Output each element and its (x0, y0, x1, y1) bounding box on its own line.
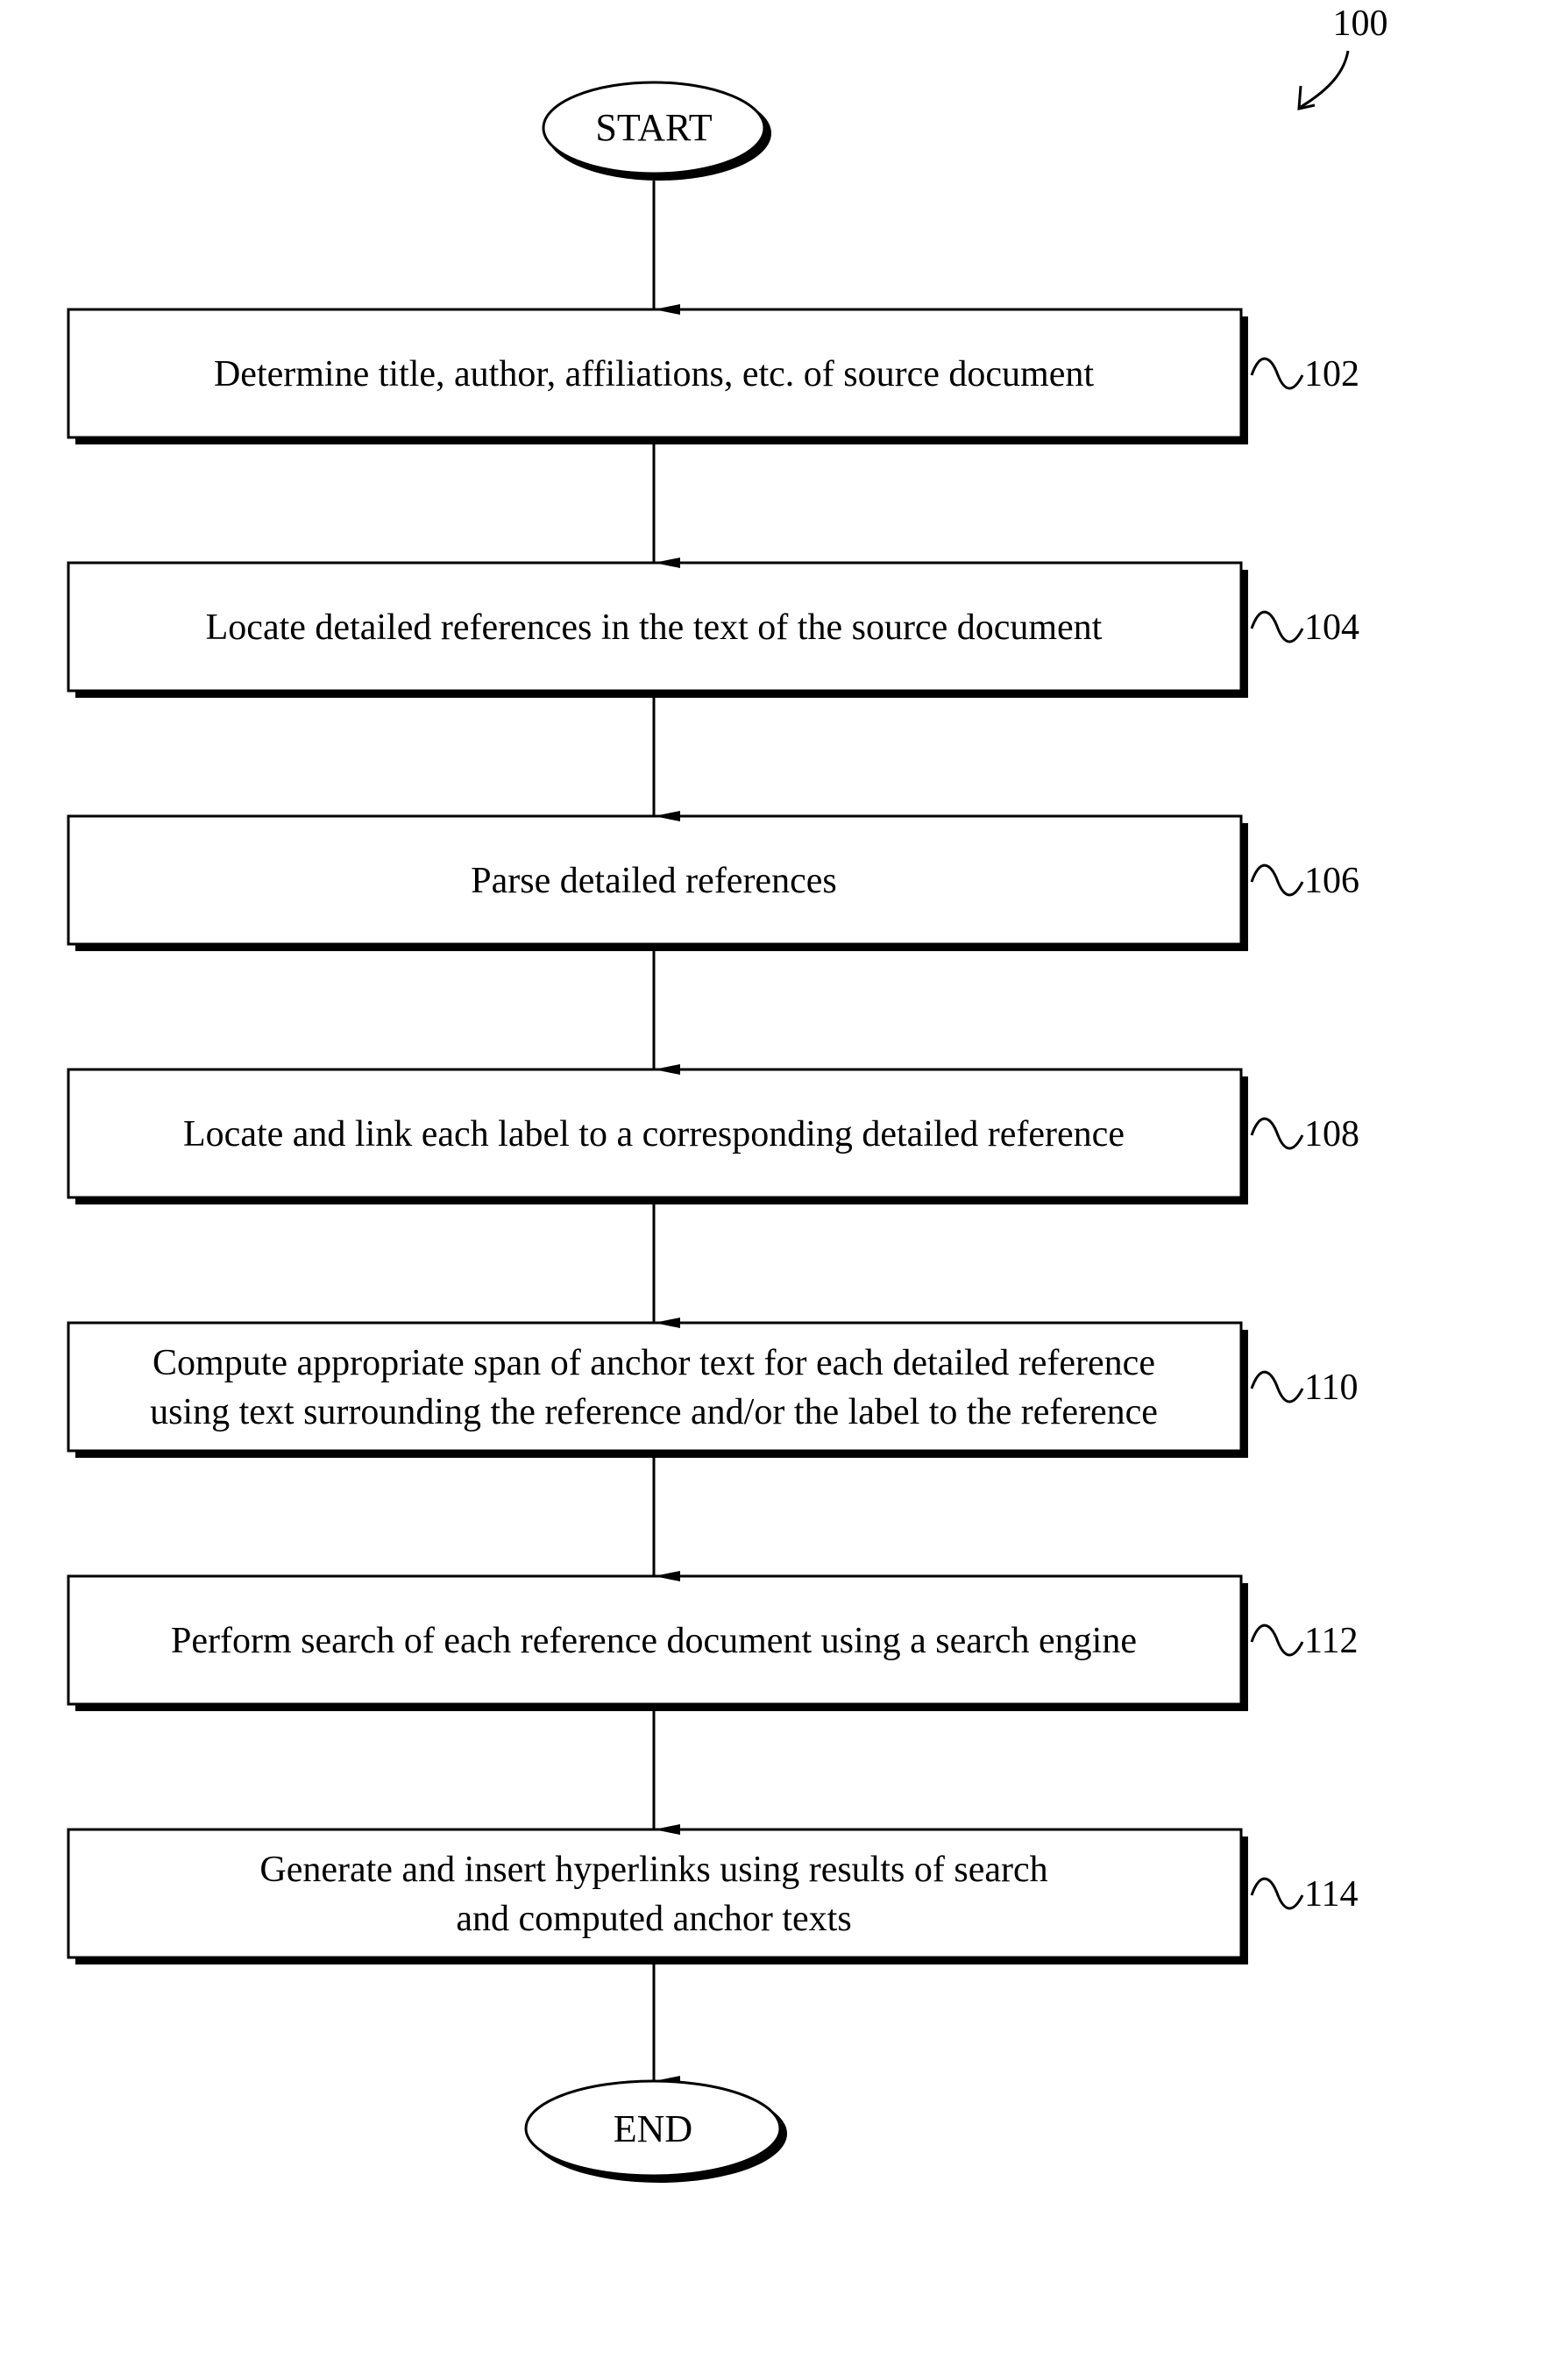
figure-reference-number: 100 (1333, 4, 1388, 44)
process-step-text: using text surrounding the reference and… (150, 1392, 1158, 1432)
process-step-112: Perform search of each reference documen… (67, 1574, 1358, 1711)
process-step-108: Locate and link each label to a correspo… (67, 1068, 1359, 1204)
reference-leader-icon (1250, 1370, 1304, 1403)
process-step-text: Perform search of each reference documen… (171, 1621, 1137, 1661)
reference-number: 110 (1304, 1368, 1358, 1408)
end-terminator: END (524, 2079, 787, 2183)
process-step-114: Generate and insert hyperlinks using res… (67, 1828, 1358, 1964)
reference-leader-icon (1250, 863, 1304, 897)
reference-leader-icon (1250, 1623, 1304, 1657)
figure-reference-arrow-icon (1300, 50, 1350, 109)
reference-number: 102 (1304, 354, 1359, 394)
process-step-text: Compute appropriate span of anchor text … (153, 1343, 1155, 1383)
reference-number: 104 (1304, 607, 1359, 648)
reference-number: 106 (1304, 861, 1359, 901)
figure-reference: 100 (1297, 4, 1388, 110)
process-steps: Determine title, author, affiliations, e… (67, 308, 1359, 1964)
start-terminator: START (542, 81, 771, 181)
process-step-text: Parse detailed references (471, 861, 836, 901)
end-label: END (614, 2107, 692, 2150)
process-step-102: Determine title, author, affiliations, e… (67, 308, 1359, 444)
reference-number: 108 (1304, 1114, 1359, 1154)
reference-leader-icon (1250, 1117, 1304, 1150)
process-step-text: Locate detailed references in the text o… (206, 607, 1103, 648)
process-step-text: Determine title, author, affiliations, e… (214, 354, 1094, 394)
process-step-text: Locate and link each label to a correspo… (183, 1114, 1125, 1154)
reference-leader-icon (1250, 1877, 1304, 1910)
reference-leader-icon (1250, 357, 1304, 390)
flowchart: 100 START Determine title, author, affil… (67, 4, 1388, 2183)
process-step-106: Parse detailed references 106 (67, 814, 1359, 951)
process-step-110: Compute appropriate span of anchor text … (67, 1321, 1358, 1458)
process-step-104: Locate detailed references in the text o… (67, 561, 1359, 698)
reference-leader-icon (1250, 610, 1304, 643)
process-step-text: Generate and insert hyperlinks using res… (259, 1850, 1047, 1890)
process-step-text: and computed anchor texts (456, 1899, 851, 1939)
reference-number: 114 (1304, 1874, 1358, 1915)
start-label: START (595, 106, 712, 149)
reference-number: 112 (1304, 1621, 1358, 1661)
